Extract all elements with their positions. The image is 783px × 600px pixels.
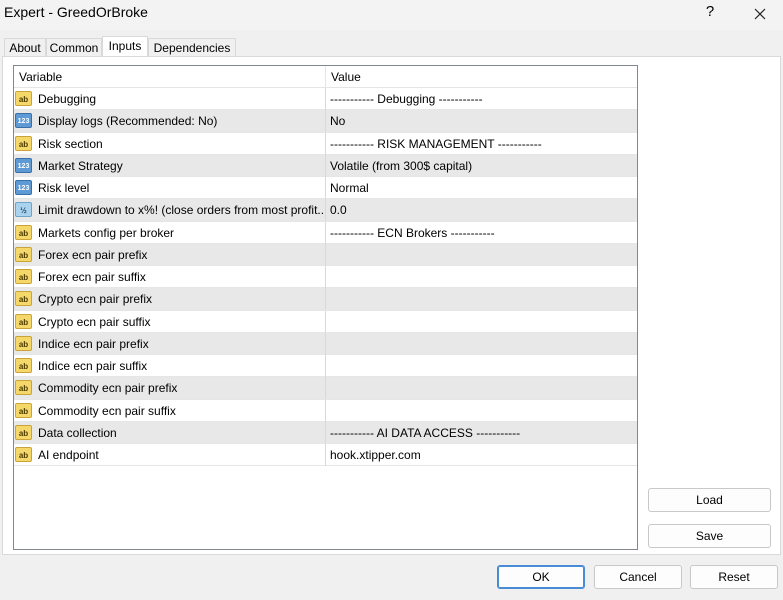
cell-divider — [325, 310, 326, 333]
ok-button[interactable]: OK — [497, 565, 585, 589]
table-row[interactable]: ab Data collection ----------- AI DATA ACC… — [14, 421, 637, 444]
title-bar: Expert - GreedOrBroke ? — [0, 0, 783, 30]
cell-divider — [325, 110, 326, 133]
variable-name: Debugging — [38, 92, 97, 106]
string-type-icon: ab — [15, 335, 32, 351]
variable-name: Forex ecn pair prefix — [38, 247, 148, 262]
integer-type-icon: 123 — [15, 113, 32, 129]
string-type-icon: ab — [15, 291, 32, 307]
table-row[interactable]: 123 Risk level Normal — [14, 177, 637, 200]
tab-strip: About Common Inputs Dependencies — [0, 36, 783, 58]
variable-value[interactable]: ----------- Debugging ----------- — [330, 92, 630, 106]
variable-name: AI endpoint — [38, 448, 99, 462]
table-row[interactable]: ab Debugging ----------- Debugging -------… — [14, 88, 637, 111]
variable-value[interactable]: Normal — [330, 181, 630, 195]
integer-type-icon: 123 — [15, 180, 32, 195]
integer-type-icon: 123 — [15, 157, 32, 173]
table-row[interactable]: ab Crypto ecn pair prefix — [14, 288, 637, 311]
variable-name: Market Strategy — [38, 158, 123, 173]
double-type-icon: ½ — [15, 202, 32, 218]
table-row[interactable]: ab Indice ecn pair prefix — [14, 332, 637, 355]
variable-value[interactable]: Volatile (from 300$ capital) — [330, 159, 630, 173]
load-button[interactable]: Load — [648, 488, 771, 512]
table-row[interactable]: ab Indice ecn pair suffix — [14, 355, 637, 378]
table-row[interactable]: ab Commodity ecn pair suffix — [14, 399, 637, 422]
variable-name: Crypto ecn pair prefix — [38, 292, 153, 307]
cell-divider — [325, 377, 326, 400]
tab-common[interactable]: Common — [46, 38, 102, 57]
table-row[interactable]: ab Forex ecn pair suffix — [14, 266, 637, 289]
string-type-icon: ab — [15, 380, 32, 396]
variable-name: Risk section — [38, 136, 103, 151]
variable-name: Commodity ecn pair prefix — [38, 381, 178, 396]
cell-divider — [325, 444, 326, 466]
tab-inputs[interactable]: Inputs — [102, 36, 148, 58]
variable-value[interactable]: No — [330, 114, 630, 128]
string-type-icon: ab — [15, 91, 32, 106]
grid-header: Variable Value — [14, 66, 637, 88]
cell-divider — [325, 154, 326, 177]
variable-value[interactable]: ----------- RISK MANAGEMENT ----------- — [330, 137, 630, 151]
variable-value[interactable]: 0.0 — [330, 203, 630, 217]
table-row[interactable]: ab AI endpoint hook.xtipper.com — [14, 444, 637, 467]
column-header-value[interactable]: Value — [331, 70, 361, 84]
column-header-variable[interactable]: Variable — [19, 70, 62, 84]
cell-divider — [325, 177, 326, 199]
variable-name: Display logs (Recommended: No) — [38, 114, 218, 129]
inputs-grid: Variable Value ab Debugging ----------- De… — [13, 65, 638, 550]
string-type-icon: ab — [15, 269, 32, 284]
string-type-icon: ab — [15, 424, 32, 440]
string-type-icon: ab — [15, 313, 32, 329]
string-type-icon: ab — [15, 135, 32, 151]
variable-name: Risk level — [38, 181, 90, 195]
variable-value[interactable]: hook.xtipper.com — [330, 448, 630, 462]
table-row[interactable]: ab Forex ecn pair prefix — [14, 243, 637, 266]
variable-name: Commodity ecn pair suffix — [38, 403, 176, 418]
cell-divider — [325, 199, 326, 222]
table-row[interactable]: ab Markets config per broker ----------- E… — [14, 221, 637, 244]
table-row[interactable]: 123 Market Strategy Volatile (from 300$ ca… — [14, 154, 637, 177]
variable-name: Limit drawdown to x%! (close orders from… — [38, 203, 323, 218]
cell-divider — [325, 221, 326, 244]
variable-value[interactable]: ----------- AI DATA ACCESS ----------- — [330, 426, 630, 440]
cell-divider — [325, 243, 326, 266]
column-divider[interactable] — [325, 66, 326, 88]
variable-name: Data collection — [38, 425, 117, 440]
window-title: Expert - GreedOrBroke — [4, 4, 148, 20]
cell-divider — [325, 266, 326, 288]
tab-dependencies[interactable]: Dependencies — [148, 38, 236, 57]
table-row[interactable]: ab Commodity ecn pair prefix — [14, 377, 637, 400]
cell-divider — [325, 288, 326, 311]
cell-divider — [325, 132, 326, 155]
close-button[interactable] — [738, 0, 782, 26]
cell-divider — [325, 332, 326, 355]
tab-about[interactable]: About — [4, 38, 46, 57]
cell-divider — [325, 399, 326, 422]
table-row[interactable]: 123 Display logs (Recommended: No) No — [14, 110, 637, 133]
close-icon — [754, 8, 766, 20]
cancel-button[interactable]: Cancel — [594, 565, 682, 589]
table-row[interactable]: ab Risk section ----------- RISK MANAGEMEN… — [14, 132, 637, 155]
string-type-icon: ab — [15, 402, 32, 418]
variable-name: Markets config per broker — [38, 225, 175, 240]
variable-name: Indice ecn pair prefix — [38, 336, 149, 351]
string-type-icon: ab — [15, 224, 32, 240]
string-type-icon: ab — [15, 447, 32, 462]
string-type-icon: ab — [15, 246, 32, 262]
table-row[interactable]: ab Crypto ecn pair suffix — [14, 310, 637, 333]
variable-name: Crypto ecn pair suffix — [38, 314, 151, 329]
variable-name: Forex ecn pair suffix — [38, 270, 146, 284]
cell-divider — [325, 421, 326, 444]
string-type-icon: ab — [15, 358, 32, 373]
help-button[interactable]: ? — [690, 0, 730, 26]
cell-divider — [325, 88, 326, 110]
variable-name: Indice ecn pair suffix — [38, 359, 148, 373]
table-row[interactable]: ½ Limit drawdown to x%! (close orders fro… — [14, 199, 637, 222]
reset-button[interactable]: Reset — [690, 565, 778, 589]
variable-value[interactable]: ----------- ECN Brokers ----------- — [330, 226, 630, 240]
save-button[interactable]: Save — [648, 524, 771, 548]
cell-divider — [325, 355, 326, 377]
